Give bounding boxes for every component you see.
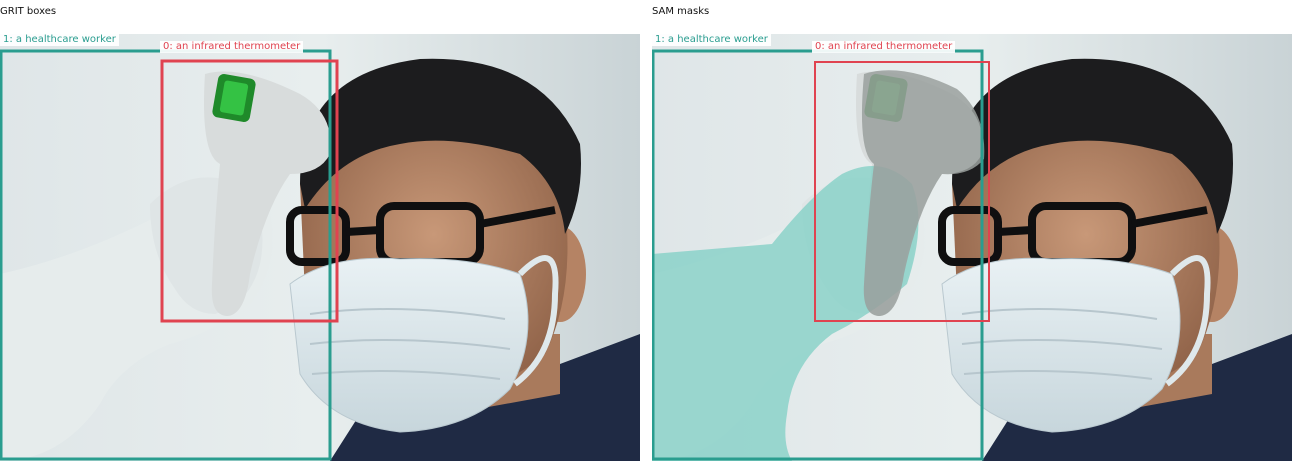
sam-photo (652, 34, 1292, 461)
right-worker-label: 1: a healthcare worker (652, 34, 771, 46)
grit-boxes-panel (0, 34, 640, 461)
left-thermometer-label: 0: an infrared thermometer (160, 41, 304, 53)
right-panel-title: SAM masks (652, 6, 710, 17)
right-thermometer-label: 0: an infrared thermometer (812, 41, 956, 53)
grit-photo (0, 34, 640, 461)
left-worker-label: 1: a healthcare worker (0, 34, 119, 46)
left-panel-title: GRIT boxes (0, 6, 57, 17)
sam-masks-panel (652, 34, 1292, 461)
